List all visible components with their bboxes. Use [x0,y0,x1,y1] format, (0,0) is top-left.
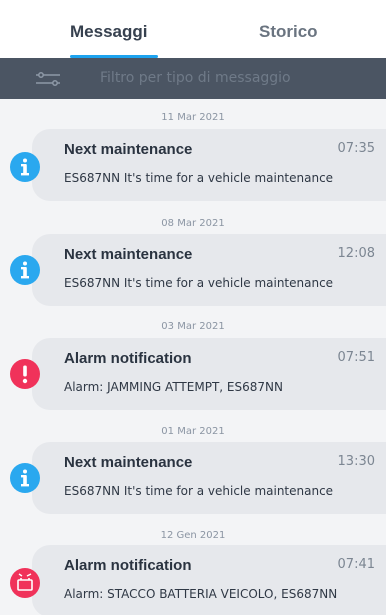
date-separator: 01 Mar 2021 [161,426,225,437]
date-separator: 11 Mar 2021 [161,112,225,123]
date-separator: 08 Mar 2021 [161,218,225,229]
filter-sliders-icon[interactable] [34,69,62,89]
tab-storico[interactable]: Storico [259,22,318,42]
message-time: 12:08 [337,246,375,261]
message-title: Alarm notification [64,557,192,574]
message-card[interactable]: Next maintenance 07:35 ES687NN It's time… [32,129,386,201]
filter-bar[interactable]: Filtro per tipo di messaggio [0,58,386,99]
message-card[interactable]: Alarm notification 07:51 Alarm: JAMMING … [32,338,386,410]
message-card[interactable]: Alarm notification 07:41 Alarm: STACCO B… [32,545,386,615]
message-time: 07:41 [337,557,375,572]
message-body: ES687NN It's time for a vehicle maintena… [64,484,334,498]
info-icon [10,255,40,285]
message-body: Alarm: STACCO BATTERIA VEICOLO, ES687NN [64,587,338,601]
tab-bar: Messaggi Storico [0,0,386,58]
message-title: Next maintenance [64,141,193,158]
battery-icon [10,568,40,598]
date-separator: 03 Mar 2021 [161,321,225,332]
message-title: Next maintenance [64,246,193,263]
message-list: 11 Mar 2021 Next maintenance 07:35 ES687… [0,99,386,615]
message-title: Next maintenance [64,454,193,471]
message-time: 07:35 [337,141,375,156]
alert-icon [10,359,40,389]
message-time: 07:51 [337,350,375,365]
message-body: Alarm: JAMMING ATTEMPT, ES687NN [64,380,283,394]
filter-placeholder[interactable]: Filtro per tipo di messaggio [100,70,291,86]
message-card[interactable]: Next maintenance 12:08 ES687NN It's time… [32,234,386,306]
date-separator: 12 Gen 2021 [160,530,226,541]
message-body: ES687NN It's time for a vehicle maintena… [64,276,334,290]
message-time: 13:30 [337,454,375,469]
message-title: Alarm notification [64,350,192,367]
info-icon [10,463,40,493]
message-body: ES687NN It's time for a vehicle maintena… [64,171,334,185]
message-card[interactable]: Next maintenance 13:30 ES687NN It's time… [32,442,386,514]
tab-messaggi[interactable]: Messaggi [70,22,147,42]
info-icon [10,152,40,182]
